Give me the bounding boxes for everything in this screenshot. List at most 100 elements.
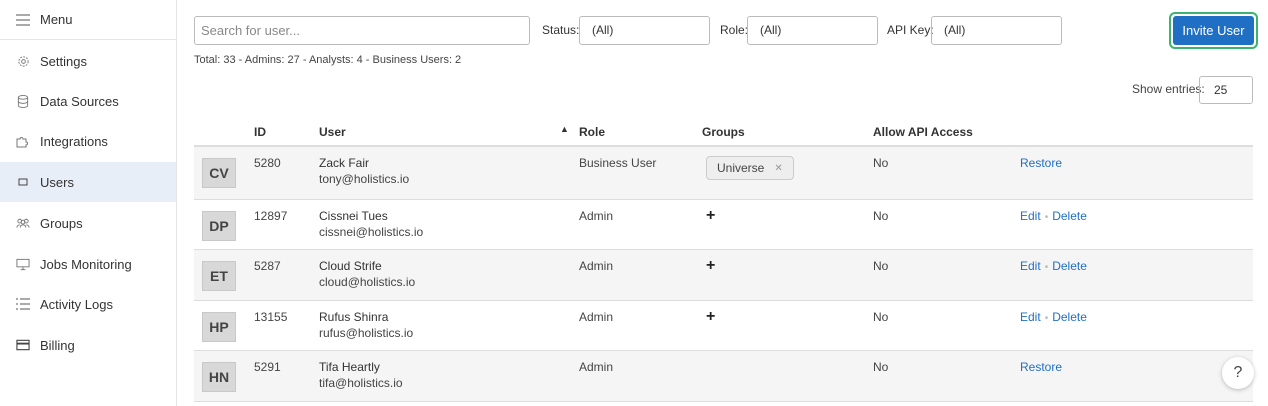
api-access-value: No	[873, 259, 889, 273]
user-name: Zack Fair	[319, 156, 370, 170]
user-role: Admin	[579, 259, 614, 273]
api-access-value: No	[873, 209, 889, 223]
remove-group-icon[interactable]: ✕	[774, 163, 782, 174]
table-row: ET 5287 Cloud Strife cloud@holistics.io …	[194, 250, 1253, 301]
user-role: Admin	[579, 209, 614, 223]
sort-asc-icon[interactable]: ▲	[560, 124, 569, 134]
user-email: tifa@holistics.io	[319, 376, 403, 390]
sidebar-item-label: Settings	[40, 53, 87, 69]
sidebar-item-label: Activity Logs	[40, 296, 113, 312]
restore-link[interactable]: Restore	[1020, 360, 1062, 374]
show-entries-select[interactable]: 25	[1199, 76, 1253, 104]
table-row: CV 5280 Zack Fair tony@holistics.io Busi…	[194, 147, 1253, 200]
restore-link[interactable]: Restore	[1020, 156, 1062, 170]
delete-link[interactable]: Delete	[1052, 259, 1087, 273]
status-filter-select[interactable]: (All)	[579, 16, 710, 45]
user-id: 13155	[254, 310, 288, 324]
avatar: ET	[202, 261, 236, 291]
sidebar-item-jobs-monitoring[interactable]: Jobs Monitoring	[0, 244, 176, 284]
column-header-id[interactable]: ID	[254, 125, 266, 139]
column-header-api-access[interactable]: Allow API Access	[873, 125, 973, 139]
delete-link[interactable]: Delete	[1052, 209, 1087, 223]
database-icon	[16, 94, 30, 108]
sidebar-item-label: Integrations	[40, 133, 108, 149]
user-totals: Total: 33 - Admins: 27 - Analysts: 4 - B…	[194, 54, 462, 66]
groups-icon	[16, 216, 30, 230]
table-header: ID User ▲ Role Groups Allow API Access	[194, 118, 1253, 147]
apikey-filter-select[interactable]: (All)	[931, 16, 1062, 45]
row-actions: Edit • Delete	[1020, 209, 1087, 223]
separator-dot: •	[1044, 313, 1049, 324]
invite-user-button[interactable]: Invite User	[1173, 16, 1254, 45]
sidebar-item-integrations[interactable]: Integrations	[0, 121, 176, 161]
sidebar-item-label: Jobs Monitoring	[40, 256, 132, 272]
row-actions: Edit • Delete	[1020, 310, 1087, 324]
edit-link[interactable]: Edit	[1020, 209, 1041, 223]
edit-link[interactable]: Edit	[1020, 259, 1041, 273]
help-button[interactable]: ?	[1222, 357, 1254, 389]
user-name: Cissnei Tues	[319, 209, 388, 223]
user-cell: Cloud Strife cloud@holistics.io	[319, 259, 415, 289]
sidebar-item-billing[interactable]: Billing	[0, 325, 176, 365]
api-access-value: No	[873, 310, 889, 324]
add-group-icon[interactable]: +	[706, 208, 715, 224]
user-name: Tifa Heartly	[319, 360, 380, 374]
user-id: 5291	[254, 360, 281, 374]
sidebar: Menu Settings Data Sources Integrations …	[0, 0, 177, 406]
sidebar-item-activity-logs[interactable]: Activity Logs	[0, 284, 176, 324]
user-email: cloud@holistics.io	[319, 275, 416, 289]
delete-link[interactable]: Delete	[1052, 310, 1087, 324]
avatar: HN	[202, 362, 236, 392]
user-id: 5287	[254, 259, 281, 273]
user-email: tony@holistics.io	[319, 172, 410, 186]
add-group-icon[interactable]: +	[706, 258, 715, 274]
user-cell: Zack Fair tony@holistics.io	[319, 156, 409, 186]
user-cell: Rufus Shinra rufus@holistics.io	[319, 310, 413, 340]
row-actions: Edit • Delete	[1020, 259, 1087, 273]
square-icon	[16, 175, 30, 189]
role-filter-label: Role:	[720, 23, 749, 37]
role-filter-select[interactable]: (All)	[747, 16, 878, 45]
avatar: CV	[202, 158, 236, 188]
table-row: HP 13155 Rufus Shinra rufus@holistics.io…	[194, 301, 1253, 351]
user-cell: Cissnei Tues cissnei@holistics.io	[319, 209, 423, 239]
sidebar-item-data-sources[interactable]: Data Sources	[0, 81, 176, 121]
user-role: Business User	[579, 156, 657, 170]
column-header-role[interactable]: Role	[579, 125, 605, 139]
sidebar-item-label: Users	[40, 174, 74, 190]
api-access-value: No	[873, 360, 889, 374]
credit-card-icon	[16, 338, 30, 352]
api-access-value: No	[873, 156, 889, 170]
separator-dot: •	[1044, 212, 1049, 223]
edit-link[interactable]: Edit	[1020, 310, 1041, 324]
row-actions: Restore	[1020, 156, 1062, 170]
sidebar-item-label: Billing	[40, 337, 75, 353]
table-row: DP 12897 Cissnei Tues cissnei@holistics.…	[194, 200, 1253, 250]
puzzle-icon	[16, 134, 30, 148]
group-tag-label: Universe	[717, 161, 765, 175]
avatar: HP	[202, 312, 236, 342]
user-role: Admin	[579, 360, 614, 374]
sidebar-item-users[interactable]: Users	[0, 162, 176, 202]
sidebar-item-groups[interactable]: Groups	[0, 203, 176, 243]
user-name: Cloud Strife	[319, 259, 382, 273]
invite-user-focus-ring: Invite User	[1169, 12, 1258, 49]
apikey-filter-label: API Key:	[887, 23, 934, 37]
column-header-groups[interactable]: Groups	[702, 125, 745, 139]
sidebar-item-label: Groups	[40, 215, 83, 231]
user-id: 12897	[254, 209, 288, 223]
search-input[interactable]	[194, 16, 530, 45]
avatar: DP	[202, 211, 236, 241]
list-icon	[16, 297, 30, 311]
add-group-icon[interactable]: +	[706, 309, 715, 325]
sidebar-item-menu[interactable]: Menu	[0, 0, 176, 40]
monitor-icon	[16, 257, 30, 271]
table-row: HN 5291 Tifa Heartly tifa@holistics.io A…	[194, 351, 1253, 402]
user-id: 5280	[254, 156, 281, 170]
sidebar-item-settings[interactable]: Settings	[0, 41, 176, 81]
status-filter-label: Status:	[542, 23, 580, 37]
row-actions: Restore	[1020, 360, 1062, 374]
column-header-user[interactable]: User	[319, 125, 346, 139]
user-email: rufus@holistics.io	[319, 326, 414, 340]
user-role: Admin	[579, 310, 614, 324]
